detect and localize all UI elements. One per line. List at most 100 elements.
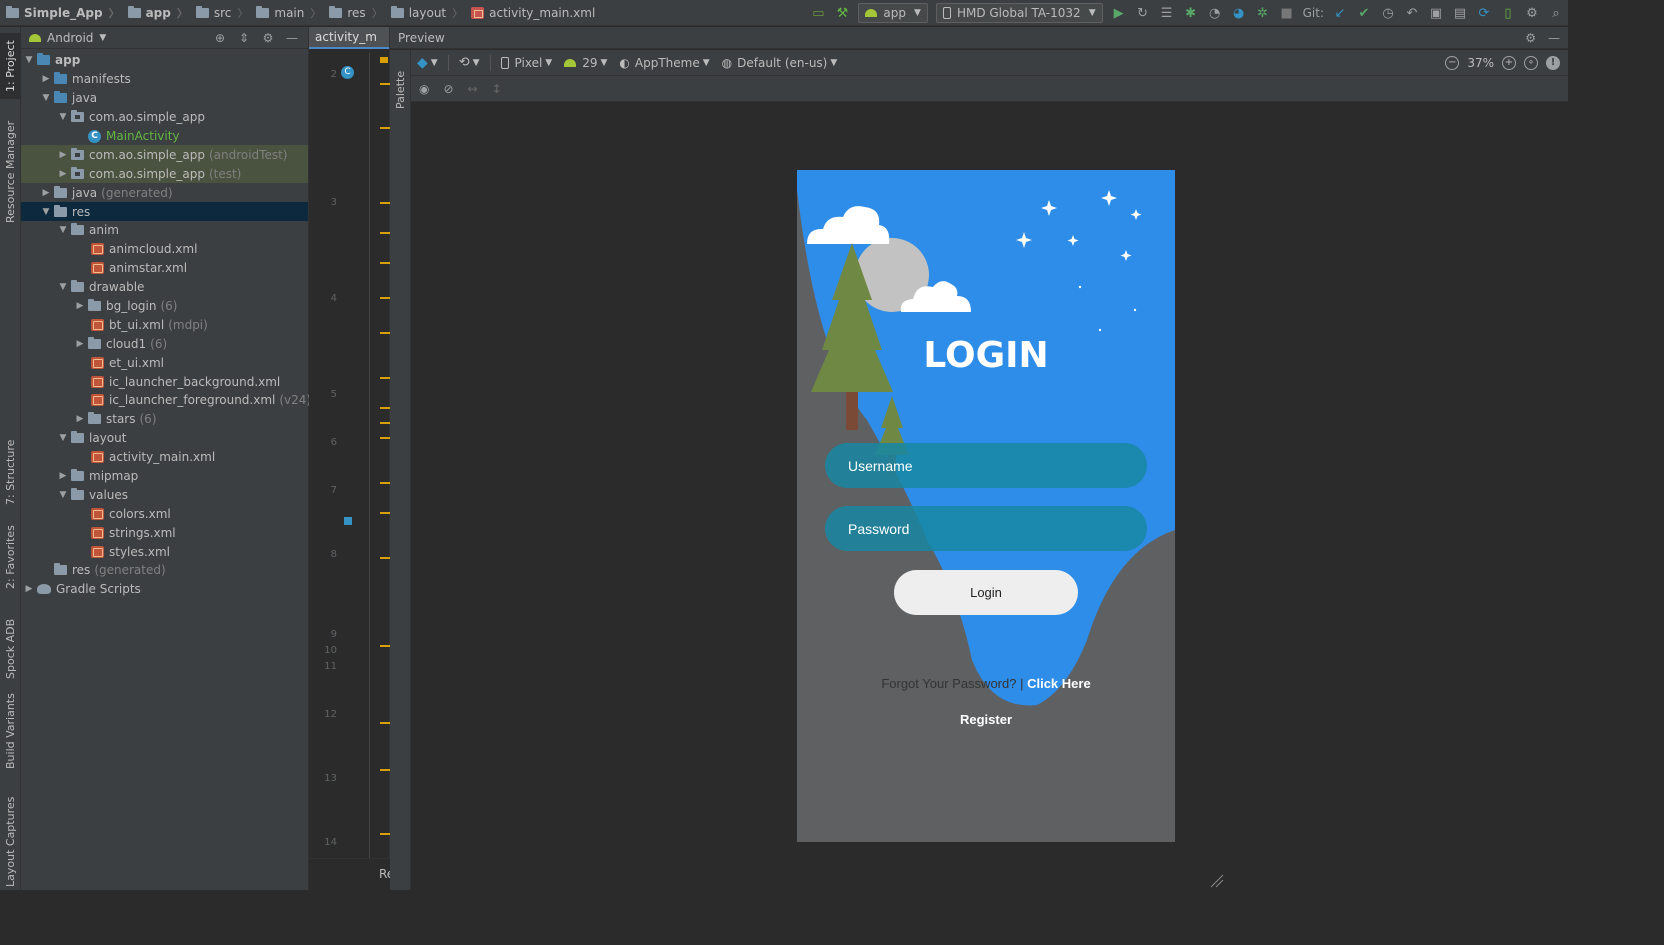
device-select[interactable]: HMD Global TA-1032 ▼ [935, 3, 1103, 23]
history-icon[interactable]: ◷ [1376, 2, 1400, 24]
run-config-select[interactable]: app ▼ [858, 3, 928, 23]
tree-item-package[interactable]: ▼ com.ao.simple_app [21, 108, 308, 127]
chevron-down-icon[interactable]: ▼ [55, 433, 71, 443]
warning-marker[interactable] [380, 722, 390, 724]
tree-item-gradle-scripts[interactable]: ▶ Gradle Scripts [21, 580, 308, 599]
sync-gradle-icon[interactable]: ⟳ [1472, 2, 1496, 24]
project-structure-icon[interactable]: ▣ [1424, 2, 1448, 24]
login-button[interactable]: Login [894, 570, 1078, 615]
warning-marker[interactable] [380, 512, 390, 514]
tab-palette[interactable]: Palette [390, 60, 411, 120]
rollback-icon[interactable]: ↶ [1400, 2, 1424, 24]
tree-item-drawable[interactable]: ▼ drawable [21, 278, 308, 297]
breadcrumb-main[interactable]: main 〉 [250, 0, 323, 26]
warning-marker[interactable] [380, 407, 390, 409]
device-preview-select[interactable]: Pixel ▼ [495, 52, 559, 74]
eye-icon[interactable]: ◉ [419, 82, 429, 96]
zoom-to-fit-icon[interactable]: ∘ [1524, 56, 1538, 70]
git-commit-icon[interactable]: ✔ [1352, 2, 1376, 24]
autoconnect-off-icon[interactable]: ⊘ [443, 82, 453, 96]
chevron-down-icon[interactable]: ▼ [38, 207, 54, 217]
tree-item-bg-login[interactable]: ▶ bg_login (6) [21, 297, 308, 316]
attach-debugger-icon[interactable]: ✲ [1251, 2, 1275, 24]
zoom-out-icon[interactable]: − [1445, 56, 1460, 70]
username-field[interactable]: Username [825, 443, 1147, 488]
project-view-select[interactable]: Android [47, 31, 93, 45]
chevron-down-icon[interactable]: ▼ [55, 225, 71, 235]
search-icon[interactable]: ⌕ [1544, 2, 1568, 24]
gear-icon[interactable]: ⚙ [256, 31, 280, 45]
chevron-down-icon[interactable]: ▼ [38, 93, 54, 103]
warning-marker[interactable] [380, 83, 390, 85]
design-surface-select[interactable]: ◆ ▼ [411, 52, 444, 74]
warning-marker[interactable] [380, 377, 390, 379]
tree-item-app[interactable]: ▼ app [21, 51, 308, 70]
tree-item-res[interactable]: ▼ res [21, 202, 308, 222]
tree-item-anim[interactable]: ▼ anim [21, 221, 308, 240]
chevron-right-icon[interactable]: ▶ [55, 169, 71, 179]
minimize-icon[interactable]: — [280, 31, 304, 45]
tab-layout-captures[interactable]: Layout Captures [0, 797, 21, 887]
tree-item-bt-ui[interactable]: bt_ui.xml (mdpi) [21, 315, 308, 334]
tree-item-styles[interactable]: styles.xml [21, 542, 308, 561]
minimize-icon[interactable]: — [1548, 31, 1560, 45]
breadcrumb-app[interactable]: app 〉 [122, 0, 190, 26]
click-here-link[interactable]: Click Here [1027, 676, 1091, 691]
expand-horizontal-icon[interactable]: ↔ [468, 82, 478, 96]
tab-build-variants[interactable]: Build Variants [0, 691, 21, 771]
tree-item-res-generated[interactable]: res (generated) [21, 561, 308, 580]
warning-marker[interactable] [380, 437, 390, 439]
class-gutter-icon[interactable]: C [341, 66, 354, 79]
warning-marker[interactable] [380, 262, 390, 264]
warning-marker[interactable] [380, 645, 390, 647]
chevron-right-icon[interactable]: ▶ [72, 339, 88, 349]
editor-tab-activity-main[interactable]: activity_m [309, 27, 389, 49]
warning-marker[interactable] [380, 557, 390, 559]
warning-marker[interactable] [380, 202, 390, 204]
sdk-manager-icon[interactable]: ▤ [1448, 2, 1472, 24]
warning-marker[interactable] [380, 833, 390, 835]
chevron-down-icon[interactable]: ▼ [55, 282, 71, 292]
password-field[interactable]: Password [825, 506, 1147, 551]
locate-file-icon[interactable]: ⊕ [208, 31, 232, 45]
git-update-icon[interactable]: ↙ [1328, 2, 1352, 24]
warning-marker[interactable] [380, 482, 390, 484]
register-link[interactable]: Register [797, 712, 1175, 727]
chevron-down-icon[interactable]: ▼ [55, 112, 71, 122]
tree-item-cloud1[interactable]: ▶ cloud1 (6) [21, 334, 308, 353]
tree-item-ic-launcher-foreground[interactable]: ic_launcher_foreground.xml (v24) [21, 391, 311, 410]
coverage-icon[interactable]: ◔ [1203, 2, 1227, 24]
tree-item-stars[interactable]: ▶ stars (6) [21, 410, 308, 429]
warning-marker[interactable] [380, 422, 390, 424]
device-file-explorer-icon[interactable]: ⚙ [1520, 2, 1544, 24]
tab-structure[interactable]: 7: Structure [0, 435, 21, 509]
run-icon[interactable]: ▶ [1107, 2, 1131, 24]
chevron-down-icon[interactable]: ▼ [21, 55, 37, 65]
tab-resource-manager[interactable]: Resource Manager [0, 117, 21, 227]
debug-icon[interactable]: ✱ [1179, 2, 1203, 24]
breadcrumb-file[interactable]: activity_main.xml [465, 0, 597, 26]
zoom-in-icon[interactable]: + [1502, 56, 1516, 70]
tree-item-animstar[interactable]: animstar.xml [21, 259, 308, 278]
tree-item-layout[interactable]: ▼ layout [21, 429, 308, 448]
tree-item-java-generated[interactable]: ▶ java (generated) [21, 183, 308, 202]
api-level-select[interactable]: 29 ▼ [558, 52, 613, 74]
breadcrumb-src[interactable]: src 〉 [190, 0, 251, 26]
tree-item-values[interactable]: ▼ values [21, 485, 308, 504]
chevron-down-icon[interactable]: ▼ [99, 33, 106, 43]
resize-handle-icon[interactable] [1209, 873, 1225, 889]
locale-select[interactable]: ◍ Default (en-us) ▼ [716, 52, 844, 74]
tree-item-package-androidtest[interactable]: ▶ com.ao.simple_app (androidTest) [21, 145, 308, 165]
tab-favorites[interactable]: 2: Favorites [0, 525, 21, 589]
tree-item-et-ui[interactable]: et_ui.xml [21, 353, 308, 372]
chevron-right-icon[interactable]: ▶ [55, 471, 71, 481]
warning-marker[interactable] [380, 127, 390, 129]
expand-vertical-icon[interactable]: ↕ [492, 82, 502, 96]
tab-spock-adb[interactable]: Spock ADB [0, 619, 21, 679]
cast-icon[interactable]: ▭ [806, 2, 830, 24]
tree-item-mipmap[interactable]: ▶ mipmap [21, 467, 308, 486]
tree-item-java[interactable]: ▼ java [21, 89, 308, 108]
build-hammer-icon[interactable]: ⚒ [830, 2, 854, 24]
chevron-right-icon[interactable]: ▶ [38, 74, 54, 84]
warning-marker[interactable] [380, 297, 390, 299]
